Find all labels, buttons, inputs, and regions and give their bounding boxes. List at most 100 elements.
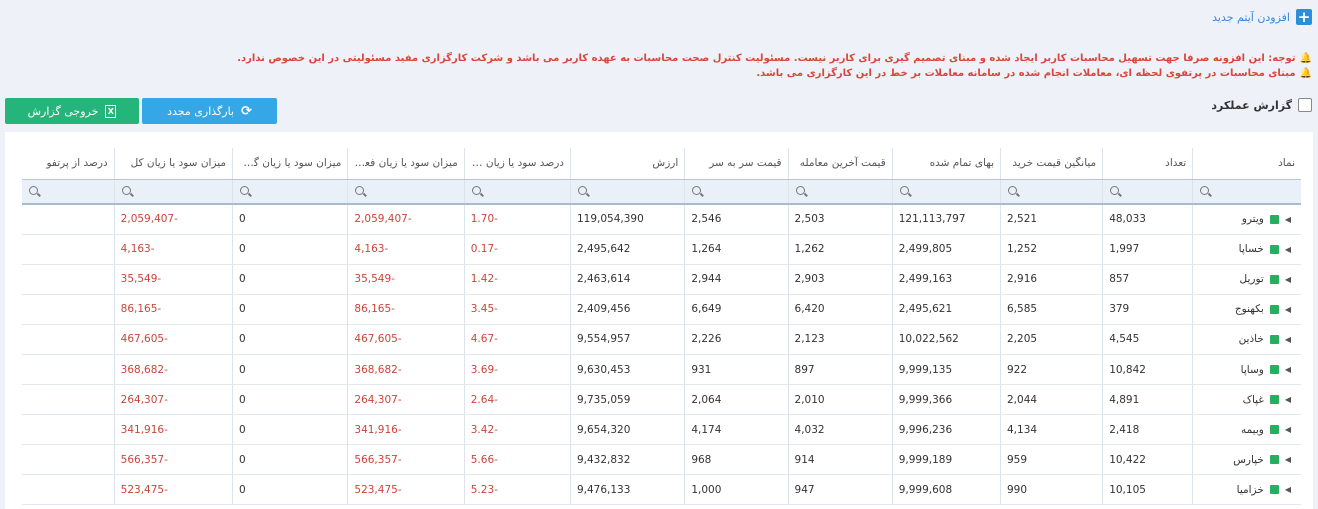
expand-caret-icon[interactable]: ◀ (1285, 275, 1291, 284)
search-icon[interactable] (121, 185, 131, 195)
column-header[interactable]: تعداد (1102, 148, 1193, 180)
cell-pl-past: 0 (232, 204, 348, 235)
column-filter-cell[interactable] (569, 179, 685, 205)
column-filter-cell[interactable] (891, 179, 1001, 205)
cell-last: 1,262 (787, 234, 893, 265)
cell-pl-total: -264,307 (113, 384, 233, 416)
expand-caret-icon[interactable]: ◀ (1285, 305, 1291, 314)
cell-breakeven: 4,174 (684, 414, 789, 446)
cell-pct: -3.45 (463, 294, 571, 325)
column-header[interactable]: ارزش (569, 148, 685, 180)
cell-pl-past: 0 (232, 414, 348, 446)
search-icon[interactable] (1008, 185, 1017, 195)
expand-caret-icon[interactable]: ◀ (1285, 215, 1291, 224)
cell-pct-port (22, 324, 115, 355)
symbol-cell[interactable]: ◀ خپارس (1192, 444, 1301, 476)
cell-pct-port (22, 354, 115, 386)
table-row[interactable]: ◀ ویترو 48,033 2,521 121,113,797 2,503 2,546 11… (22, 204, 1301, 235)
expand-caret-icon[interactable]: ◀ (1285, 335, 1291, 344)
search-icon[interactable] (795, 185, 805, 195)
symbol-cell[interactable]: ◀ خاذین (1192, 324, 1301, 355)
table-row[interactable]: ◀ وساپا 10,842 922 9,999,135 897 931 9,630,453-… (22, 354, 1301, 386)
cell-breakeven: 2,546 (684, 204, 789, 235)
cell-pct: -3.69 (463, 354, 571, 386)
search-icon[interactable] (899, 185, 909, 195)
search-icon[interactable] (1200, 185, 1210, 195)
search-icon[interactable] (577, 185, 587, 195)
column-filter-cell[interactable] (232, 179, 348, 205)
column-header[interactable]: میزان سود یا زیان گذش... (232, 148, 348, 180)
symbol-cell[interactable]: ◀ وبیمه (1192, 414, 1301, 446)
excel-icon: X (105, 104, 117, 118)
table-row[interactable]: ◀ خزامیا 10,105 990 9,999,608 947 1,000 9,476,1… (22, 474, 1301, 506)
performance-report-toggle[interactable]: گزارش عملکرد (1211, 98, 1312, 112)
expand-caret-icon[interactable]: ◀ (1285, 395, 1291, 404)
symbol-cell[interactable]: ◀ وساپا (1192, 354, 1301, 386)
expand-caret-icon[interactable]: ◀ (1285, 245, 1291, 254)
symbol-label: وبیمه (1240, 423, 1264, 436)
search-icon[interactable] (692, 185, 702, 195)
cell-qty: 379 (1102, 294, 1193, 325)
table-header-row: نماد تعداد میانگین قیمت خرید بهای تمام ش… (22, 148, 1301, 180)
column-header[interactable]: میزان سود یا زیان فعلی (347, 148, 465, 180)
performance-report-checkbox[interactable] (1298, 98, 1312, 112)
cell-breakeven: 1,264 (684, 234, 789, 265)
reload-button[interactable]: ⟳ بارگذاری مجدد (142, 98, 277, 124)
add-item-link[interactable]: + افزودن آیتم جدید (1212, 9, 1312, 25)
column-filter-cell[interactable] (347, 179, 465, 205)
column-header[interactable]: بهای تمام شده (891, 148, 1001, 180)
cell-pl-past: 0 (232, 384, 348, 416)
table-row[interactable]: ◀ بکهنوج 379 6,585 2,495,621 6,420 6,649 2,409,… (22, 294, 1301, 325)
column-header[interactable]: میانگین قیمت خرید (999, 148, 1103, 180)
search-icon[interactable] (1110, 185, 1120, 195)
expand-caret-icon[interactable]: ◀ (1285, 425, 1291, 434)
expand-caret-icon[interactable]: ◀ (1285, 485, 1291, 494)
table-row[interactable]: ◀ وبیمه 2,418 4,134 9,996,236 4,032 4,174 9,654… (22, 414, 1301, 446)
column-header[interactable]: درصد سود یا زیان فعلی (463, 148, 571, 180)
cell-qty: 2,418 (1102, 414, 1193, 446)
cell-pl-total: -35,549 (113, 264, 233, 295)
column-filter-cell[interactable] (999, 179, 1103, 205)
search-icon[interactable] (471, 185, 481, 195)
table-row[interactable]: ◀ توریل 857 2,916 2,499,163 2,903 2,944 2,463,6… (22, 264, 1301, 295)
column-filter-cell[interactable] (1192, 179, 1301, 205)
symbol-cell[interactable]: ◀ خزامیا (1192, 474, 1301, 506)
expand-caret-icon[interactable]: ◀ (1285, 455, 1291, 464)
column-filter-cell[interactable] (787, 179, 893, 205)
export-report-button[interactable]: X خروجی گزارش (5, 98, 139, 124)
symbol-cell[interactable]: ◀ توریل (1192, 264, 1301, 295)
table-row[interactable]: ◀ خاذین 4,545 2,205 10,022,562 2,123 2,226 9,55… (22, 324, 1301, 355)
column-header[interactable]: قیمت سر به سر (684, 148, 789, 180)
cell-last: 4,032 (787, 414, 893, 446)
search-icon[interactable] (29, 185, 38, 195)
search-icon[interactable] (355, 185, 365, 195)
column-header[interactable]: میزان سود یا زیان کل (113, 148, 233, 180)
cell-value: 9,735,059 (569, 384, 685, 416)
plus-icon[interactable]: + (1296, 9, 1312, 25)
column-filter-cell[interactable] (684, 179, 789, 205)
symbol-cell[interactable]: ◀ ویترو (1192, 204, 1301, 235)
column-filter-cell[interactable] (22, 179, 115, 205)
symbol-cell[interactable]: ◀ غپاک (1192, 384, 1301, 416)
column-header[interactable]: درصد از پرتفو (22, 148, 115, 180)
search-icon[interactable] (240, 185, 250, 195)
cell-pct: -5.66 (463, 444, 571, 476)
table-row[interactable]: ◀ خساپا 1,997 1,252 2,499,805 1,262 1,264 2,495… (22, 234, 1301, 265)
table-row[interactable]: ◀ غپاک 4,891 2,044 9,999,366 2,010 2,064 9,735,… (22, 384, 1301, 416)
column-filter-cell[interactable] (1102, 179, 1193, 205)
cell-pct: -1.70 (463, 204, 571, 235)
cell-value: 9,554,957 (569, 324, 685, 355)
add-item-label[interactable]: افزودن آیتم جدید (1212, 11, 1290, 24)
expand-caret-icon[interactable]: ◀ (1285, 365, 1291, 374)
symbol-cell[interactable]: ◀ خساپا (1192, 234, 1301, 265)
column-header[interactable]: نماد (1192, 148, 1301, 180)
cell-pl-total: -566,357 (113, 444, 233, 476)
table-row[interactable]: ◀ خپارس 10,422 959 9,999,189 914 968 9,432,832-… (22, 444, 1301, 476)
cell-breakeven: 1,000 (684, 474, 789, 506)
column-header[interactable]: قیمت آخرین معامله (787, 148, 893, 180)
cell-pl-now: -35,549 (347, 264, 465, 295)
cell-avg-buy: 990 (999, 474, 1103, 506)
symbol-cell[interactable]: ◀ بکهنوج (1192, 294, 1301, 325)
column-filter-cell[interactable] (113, 179, 233, 205)
column-filter-cell[interactable] (463, 179, 571, 205)
